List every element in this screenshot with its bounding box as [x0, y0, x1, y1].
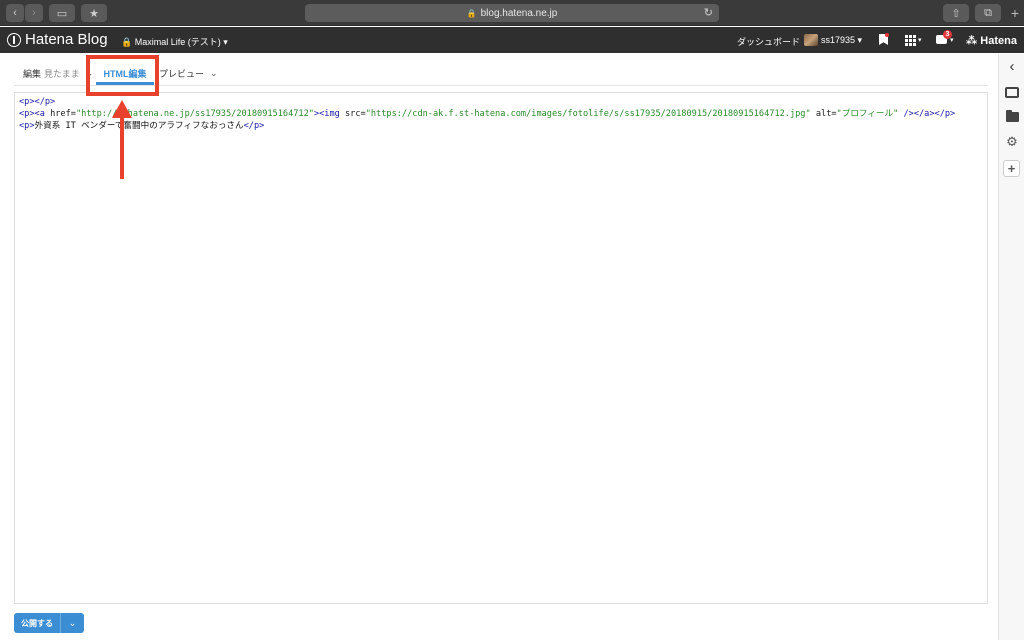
tag-p-close: </p> [243, 121, 265, 131]
attr-src: src= [339, 109, 366, 119]
tab-edit-sub: 見たまま [44, 68, 80, 79]
chevron-right-icon: › [32, 7, 36, 19]
editor-tabs: 編集 見たまま ⌄ HTML編集 プレビュー ⌄ [14, 60, 988, 86]
dashboard-link[interactable]: ダッシュボード [737, 35, 800, 48]
tab-overview-button[interactable]: ⧉ [975, 4, 1001, 22]
plus-icon: + [1010, 5, 1020, 21]
code-line-3: <p>外資系 IT ベンダーで奮闘中のアラフィフなおっさん</p> [19, 120, 983, 132]
tag-a-close: </a> [913, 109, 935, 119]
collapse-sidebar-button[interactable]: ‹ [1003, 57, 1021, 75]
hatena-link[interactable]: ⁂ Hatena [966, 34, 1017, 47]
tag-p-open: <p> [19, 121, 35, 131]
apps-grid-icon[interactable] [905, 35, 916, 46]
tag-img-close: /> [898, 109, 914, 119]
tag-p-close: </p> [34, 97, 56, 107]
add-tool-button[interactable]: + [1003, 160, 1020, 177]
sidebar-icon: ▭ [56, 7, 68, 20]
tab-wysiwyg[interactable]: 編集 見たまま ⌄ [23, 60, 93, 86]
photos-button[interactable] [1003, 83, 1021, 101]
category-button[interactable] [1003, 108, 1021, 126]
tabs-icon: ⧉ [984, 6, 992, 19]
tag-p-open: <p> [19, 97, 35, 107]
chevron-left-icon: ‹ [13, 7, 17, 19]
url-text: blog.hatena.ne.jp [480, 7, 558, 19]
address-bar[interactable]: 🔒 blog.hatena.ne.jp ↻ [305, 4, 719, 22]
new-tab-button[interactable]: + [1006, 4, 1024, 22]
notification-caret-icon: ▾ [950, 37, 954, 44]
tag-p-close: </p> [934, 109, 956, 119]
tab-edit-label: 編集 [23, 68, 42, 79]
code-line-2: <p><a href="http://f.hatena.ne.jp/ss1793… [19, 108, 983, 120]
tab-preview-label: プレビュー [159, 68, 205, 79]
blog-selector[interactable]: 🔒 Maximal Life (テスト) ▾ [121, 35, 228, 48]
publish-button-group: 公開する ⌄ [14, 613, 84, 633]
share-icon: ⇧ [951, 7, 961, 20]
avatar[interactable] [804, 34, 818, 46]
annotation-arrow-shaft [120, 115, 124, 179]
user-menu[interactable]: ss17935 ▾ [821, 35, 862, 46]
attr-src-value: "https://cdn-ak.f.st-hatena.com/images/f… [365, 109, 811, 119]
gear-icon: ⚙ [1006, 134, 1018, 149]
annotation-highlight-box [86, 55, 159, 96]
tag-p-open: <p> [19, 109, 35, 119]
tag-img-open: <img [319, 109, 340, 119]
forward-button[interactable]: › [25, 4, 43, 22]
right-sidebar: ‹ ⚙ + [998, 54, 1024, 640]
star-icon: ★ [89, 7, 99, 20]
tag-a-open: <a [34, 109, 45, 119]
code-line-1: <p></p> [19, 96, 983, 108]
tab-preview[interactable]: プレビュー ⌄ [159, 60, 218, 86]
browser-toolbar: ‹ › ▭ ★ 🔒 blog.hatena.ne.jp ↻ ⇧ ⧉ + [0, 0, 1024, 26]
folder-icon [1005, 110, 1019, 122]
chevron-left-icon: ‹ [1009, 57, 1015, 75]
back-button[interactable]: ‹ [6, 4, 24, 22]
settings-button[interactable]: ⚙ [1003, 133, 1021, 151]
sidebar-toggle-button[interactable]: ▭ [49, 4, 75, 22]
flag-notification-dot [885, 33, 889, 37]
attr-alt: alt= [810, 109, 837, 119]
share-button[interactable]: ⇧ [943, 4, 969, 22]
html-editor[interactable]: <p></p> <p><a href="http://f.hatena.ne.j… [14, 92, 988, 604]
logo-text: Hatena Blog [25, 31, 108, 48]
attr-alt-value: "プロフィール" [836, 109, 899, 119]
hatena-blog-logo[interactable]: Hatena Blog [7, 31, 108, 48]
reload-icon[interactable]: ↻ [704, 6, 713, 19]
line3-text: 外資系 IT ベンダーで奮闘中のアラフィフなおっさん [34, 121, 244, 131]
publish-button[interactable]: 公開する [14, 613, 60, 633]
hatena-header: Hatena Blog 🔒 Maximal Life (テスト) ▾ ダッシュボ… [0, 27, 1024, 53]
chevron-down-icon[interactable]: ⌄ [210, 68, 218, 79]
hatena-logo-icon [7, 32, 21, 47]
apps-caret-icon: ▾ [918, 37, 922, 44]
plus-icon: + [1007, 161, 1016, 176]
publish-options-button[interactable]: ⌄ [60, 613, 84, 633]
photos-icon [1005, 86, 1019, 98]
attr-href: href= [44, 109, 76, 119]
chevron-down-icon: ⌄ [68, 617, 77, 628]
lock-icon: 🔒 [466, 8, 477, 18]
bookmarks-button[interactable]: ★ [81, 4, 107, 22]
